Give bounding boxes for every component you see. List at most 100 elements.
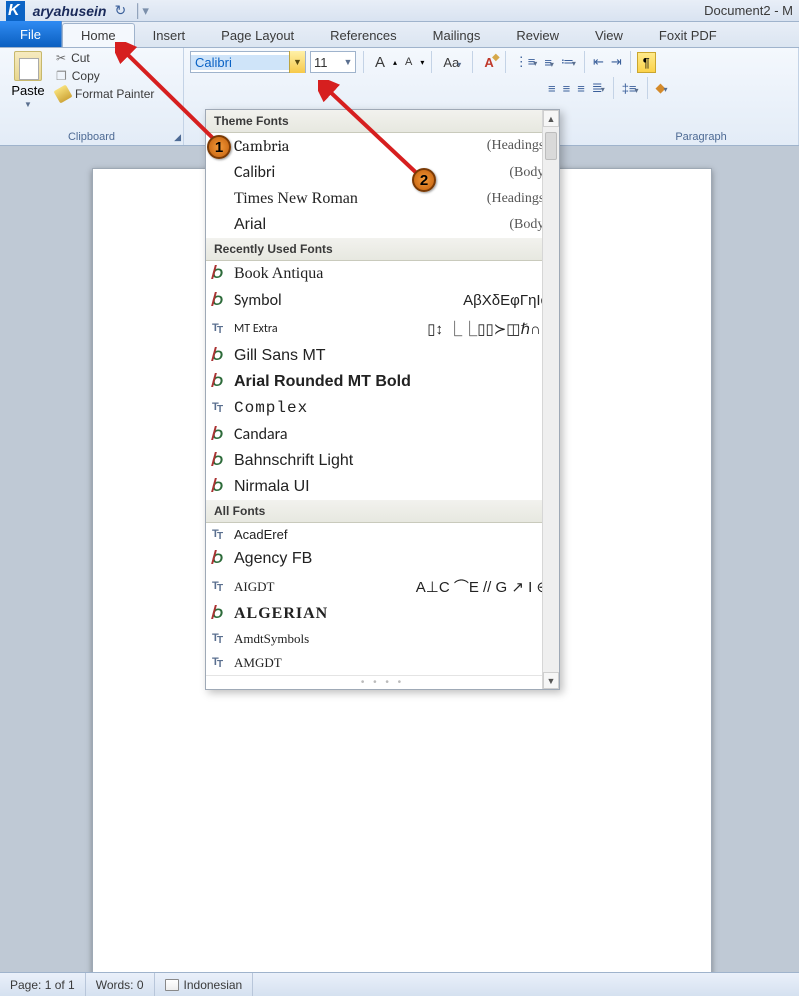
copy-button[interactable]: ❐Copy xyxy=(56,69,154,83)
font-option[interactable]: Calibri(Body) xyxy=(206,159,559,186)
font-size-combobox[interactable]: 11 ▼ xyxy=(310,51,356,73)
opentype-icon xyxy=(212,607,228,621)
status-page[interactable]: Page: 1 of 1 xyxy=(0,973,86,996)
font-dropdown-arrow[interactable]: ▼ xyxy=(289,51,305,73)
status-words[interactable]: Words: 0 xyxy=(86,973,155,996)
font-option[interactable]: SymbolΑβΧδΕφΓηΙϕ xyxy=(206,287,559,314)
increase-indent-button[interactable]: ⇥ xyxy=(609,53,624,71)
align-center-button[interactable]: ≡ xyxy=(561,80,573,97)
tab-references[interactable]: References xyxy=(312,24,414,47)
font-option[interactable]: Cambria (Headings) xyxy=(206,133,559,159)
font-option[interactable]: Arial(Body) xyxy=(206,212,559,238)
scroll-down-icon[interactable]: ▼ xyxy=(543,672,559,689)
dropdown-scrollbar[interactable]: ▲ ▼ xyxy=(542,110,559,689)
font-option-name: Book Antiqua xyxy=(234,265,323,283)
tab-foxit[interactable]: Foxit PDF xyxy=(641,24,735,47)
font-size-value[interactable]: 11 xyxy=(311,55,341,70)
font-option[interactable]: MT Extra▯↕ ⎿⎿▯▯≻◫ℏ∩▯ xyxy=(206,314,559,343)
font-option-name: Nirmala UI xyxy=(234,478,310,496)
opentype-icon xyxy=(212,454,228,468)
status-language[interactable]: Indonesian xyxy=(155,973,254,996)
multilevel-button[interactable]: ≔▾ xyxy=(559,53,578,71)
scroll-up-icon[interactable]: ▲ xyxy=(543,110,559,127)
redo-icon[interactable]: ↻ xyxy=(115,2,127,19)
clipboard-dialog-launcher[interactable]: ◢ xyxy=(174,132,181,143)
grow-font-button[interactable]: A xyxy=(371,52,389,73)
tab-review[interactable]: Review xyxy=(498,24,577,47)
font-option[interactable]: AmdtSymbols xyxy=(206,627,559,651)
resize-grip[interactable]: • • • • xyxy=(206,675,559,689)
font-option[interactable]: Candara xyxy=(206,421,559,448)
tab-insert[interactable]: Insert xyxy=(135,24,204,47)
truetype-icon xyxy=(212,656,228,670)
font-option[interactable]: Agency FB xyxy=(206,546,559,572)
cut-button[interactable]: ✂Cut xyxy=(56,51,154,65)
paste-label: Paste xyxy=(11,83,44,98)
title-bar: K aryahusein ↻ │▾ Document2 - M xyxy=(0,0,799,22)
tab-view[interactable]: View xyxy=(577,24,641,47)
tab-page-layout[interactable]: Page Layout xyxy=(203,24,312,47)
shading-button[interactable]: ◆▾ xyxy=(654,79,670,97)
justify-button[interactable]: ≣▾ xyxy=(590,79,607,97)
font-option-name: AcadEref xyxy=(234,527,287,542)
format-painter-button[interactable]: Format Painter xyxy=(56,87,154,101)
clipboard-group-label: Clipboard xyxy=(6,131,177,145)
status-bar: Page: 1 of 1 Words: 0 Indonesian xyxy=(0,972,799,996)
font-option-name: MT Extra xyxy=(234,322,278,336)
font-option[interactable]: Book Antiqua xyxy=(206,261,559,287)
clear-formatting-button[interactable]: A◆ xyxy=(480,53,497,72)
font-option[interactable]: Times New Roman (Headings) xyxy=(206,186,559,212)
font-option[interactable]: AIGDTA⊥C ⌒E // G ↗ I ⊕ xyxy=(206,572,559,601)
show-hide-button[interactable]: ¶ xyxy=(637,52,656,73)
font-option[interactable]: Bahnschrift Light xyxy=(206,448,559,474)
all-fonts-header: All Fonts xyxy=(206,500,559,523)
font-option[interactable]: Arial Rounded MT Bold xyxy=(206,369,559,395)
font-dropdown-panel: Theme Fonts Cambria (Headings) Calibri(Bod… xyxy=(205,109,560,690)
opentype-icon xyxy=(212,428,228,442)
font-option-name: Complex xyxy=(234,399,308,417)
font-option-role: (Headings) xyxy=(487,138,549,154)
font-option-name: AMGDT xyxy=(234,655,282,671)
font-option-name: AmdtSymbols xyxy=(234,631,309,647)
tab-home[interactable]: Home xyxy=(62,23,135,47)
theme-fonts-header: Theme Fonts xyxy=(206,110,559,133)
font-option[interactable]: Nirmala UI xyxy=(206,474,559,500)
opentype-icon xyxy=(212,349,228,363)
change-case-button[interactable]: Aa▾ xyxy=(439,53,465,72)
font-option-name: Bahnschrift Light xyxy=(234,452,353,470)
paragraph-row1: ⋮≡▾ ≡▾ ≔▾ ⇤ ⇥ ¶ xyxy=(513,51,656,73)
font-option[interactable]: ALGERIAN xyxy=(206,601,559,627)
shrink-font-button[interactable]: A xyxy=(401,54,416,70)
font-option[interactable]: AMGDT xyxy=(206,651,559,675)
paste-button[interactable]: Paste ▼ xyxy=(6,51,50,109)
ribbon-tabs: File Home Insert Page Layout References … xyxy=(0,22,799,48)
opentype-icon xyxy=(212,480,228,494)
bullets-button[interactable]: ⋮≡▾ xyxy=(513,53,540,71)
font-option-name: Times New Roman xyxy=(234,190,358,208)
annotation-marker-2: 2 xyxy=(412,168,436,192)
opentype-icon xyxy=(212,294,228,308)
tab-mailings[interactable]: Mailings xyxy=(415,24,499,47)
font-option-role: (Headings) xyxy=(487,191,549,207)
font-option[interactable]: Gill Sans MT xyxy=(206,343,559,369)
font-option[interactable]: Complex xyxy=(206,395,559,421)
align-left-button[interactable]: ≡ xyxy=(546,80,558,97)
numbering-button[interactable]: ≡▾ xyxy=(542,54,556,71)
align-right-button[interactable]: ≡ xyxy=(575,80,587,97)
font-option-preview: ΑβΧδΕφΓηΙϕ xyxy=(463,292,549,309)
file-tab[interactable]: File xyxy=(0,21,62,47)
font-size-dropdown-arrow[interactable]: ▼ xyxy=(341,57,355,67)
font-option-name: Candara xyxy=(234,425,288,444)
truetype-icon xyxy=(212,580,228,594)
scroll-thumb[interactable] xyxy=(545,132,557,160)
font-name-value[interactable]: Calibri xyxy=(191,55,289,70)
font-name-combobox[interactable]: Calibri ▼ xyxy=(190,51,306,73)
font-option[interactable]: AcadEref xyxy=(206,523,559,546)
font-option-name: Cambria xyxy=(234,137,289,155)
decrease-indent-button[interactable]: ⇤ xyxy=(591,53,606,71)
annotation-marker-1: 1 xyxy=(207,135,231,159)
font-option-name: Arial Rounded MT Bold xyxy=(234,373,411,391)
font-option-name: Gill Sans MT xyxy=(234,347,326,365)
truetype-icon xyxy=(212,632,228,646)
line-spacing-button[interactable]: ‡≡▾ xyxy=(620,80,641,97)
